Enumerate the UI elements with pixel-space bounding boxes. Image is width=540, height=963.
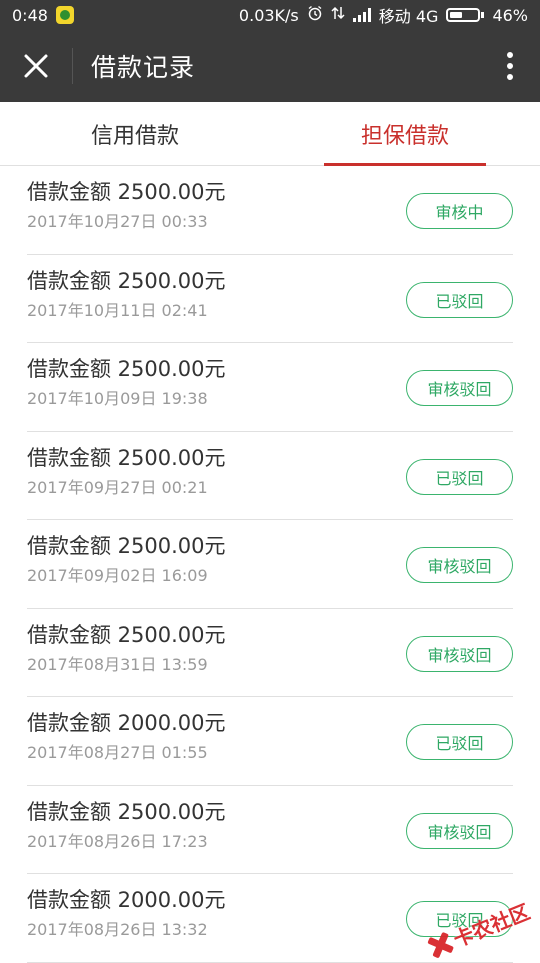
loan-type-tabs: 信用借款 担保借款 bbox=[0, 102, 540, 166]
loan-record-list: 借款金额 2500.00元 2017年10月27日 00:33 审核中 借款金额 25… bbox=[0, 166, 540, 963]
more-vertical-icon bbox=[507, 52, 513, 80]
loan-time: 2017年08月31日 13:59 bbox=[27, 654, 208, 674]
tab-credit-loan[interactable]: 信用借款 bbox=[0, 102, 270, 165]
loan-time: 2017年09月27日 00:21 bbox=[27, 477, 208, 497]
alarm-icon bbox=[307, 5, 323, 25]
tab-guaranteed-loan[interactable]: 担保借款 bbox=[270, 102, 540, 165]
loan-time: 2017年10月27日 00:33 bbox=[27, 212, 208, 231]
battery-percent: 46% bbox=[492, 5, 528, 25]
page-title: 借款记录 bbox=[91, 53, 196, 82]
title-divider bbox=[72, 48, 73, 84]
status-bar: 0:48 0.03K/s 移动 4G 46% bbox=[0, 0, 540, 30]
carrier-label: 移动 4G bbox=[378, 7, 439, 26]
loan-time: 2017年10月09日 19:38 bbox=[27, 389, 208, 408]
status-bar-left: 0:48 bbox=[12, 6, 74, 25]
loan-status-button[interactable]: 审核驳回 bbox=[406, 547, 513, 583]
loan-record-row[interactable]: 借款金额 2500.00元 2017年10月11日 02:41 已驳回 bbox=[27, 255, 513, 343]
loan-amount: 借款金额 2500.00元 bbox=[27, 622, 226, 647]
notification-app-icon bbox=[55, 6, 74, 24]
more-options-button[interactable] bbox=[480, 30, 540, 102]
loan-record-row[interactable]: 借款金额 2500.00元 2017年10月09日 19:38 审核驳回 bbox=[27, 343, 513, 432]
network-speed: 0.03K/s bbox=[238, 5, 299, 25]
loan-amount: 借款金额 2000.00元 bbox=[27, 888, 226, 912]
loan-record-row[interactable]: 借款金额 2500.00元 2017年09月02日 16:09 审核驳回 bbox=[27, 520, 513, 609]
close-icon bbox=[24, 54, 48, 78]
status-bar-right: 0.03K/s 移动 4G 46% bbox=[239, 3, 528, 27]
loan-amount: 借款金额 2500.00元 bbox=[27, 357, 226, 381]
loan-status-button[interactable]: 已驳回 bbox=[406, 281, 513, 318]
loan-time: 2017年09月02日 16:09 bbox=[27, 566, 208, 585]
title-bar: 借款记录 bbox=[0, 30, 540, 102]
loan-time: 2017年08月27日 01:55 bbox=[27, 743, 208, 762]
data-transfer-icon bbox=[331, 5, 345, 25]
loan-amount: 借款金额 2500.00元 bbox=[27, 268, 226, 293]
loan-record-row[interactable]: 借款金额 2500.00元 2017年10月27日 00:33 审核中 bbox=[27, 166, 513, 255]
loan-status-button[interactable]: 已驳回 bbox=[406, 724, 513, 760]
close-button[interactable] bbox=[0, 30, 72, 102]
loan-status-button[interactable]: 审核驳回 bbox=[406, 370, 513, 406]
loan-record-row[interactable]: 借款金额 2000.00元 2017年08月27日 01:55 已驳回 bbox=[27, 697, 513, 786]
loan-status-button[interactable]: 审核中 bbox=[406, 193, 513, 229]
loan-amount: 借款金额 2500.00元 bbox=[27, 799, 226, 824]
loan-record-row[interactable]: 借款金额 2500.00元 2017年08月26日 17:23 审核驳回 bbox=[27, 786, 513, 874]
loan-record-row[interactable]: 借款金额 2500.00元 2017年09月27日 00:21 已驳回 bbox=[27, 432, 513, 520]
signal-icon bbox=[352, 8, 371, 22]
loan-amount: 借款金额 2500.00元 bbox=[27, 445, 226, 470]
loan-amount: 借款金额 2000.00元 bbox=[27, 711, 226, 735]
loan-amount: 借款金额 2500.00元 bbox=[27, 180, 226, 204]
loan-status-button[interactable]: 审核驳回 bbox=[406, 812, 513, 849]
loan-time: 2017年10月11日 02:41 bbox=[27, 300, 208, 320]
loan-status-button[interactable]: 审核驳回 bbox=[406, 635, 513, 672]
loan-status-button[interactable]: 已驳回 bbox=[406, 458, 513, 495]
clock: 0:48 bbox=[12, 5, 48, 25]
loan-amount: 借款金额 2500.00元 bbox=[27, 534, 226, 558]
loan-time: 2017年08月26日 13:32 bbox=[27, 920, 208, 939]
loan-record-row[interactable]: 借款金额 2500.00元 2017年08月31日 13:59 审核驳回 bbox=[27, 609, 513, 697]
battery-icon bbox=[446, 8, 485, 22]
loan-time: 2017年08月26日 17:23 bbox=[27, 831, 208, 851]
